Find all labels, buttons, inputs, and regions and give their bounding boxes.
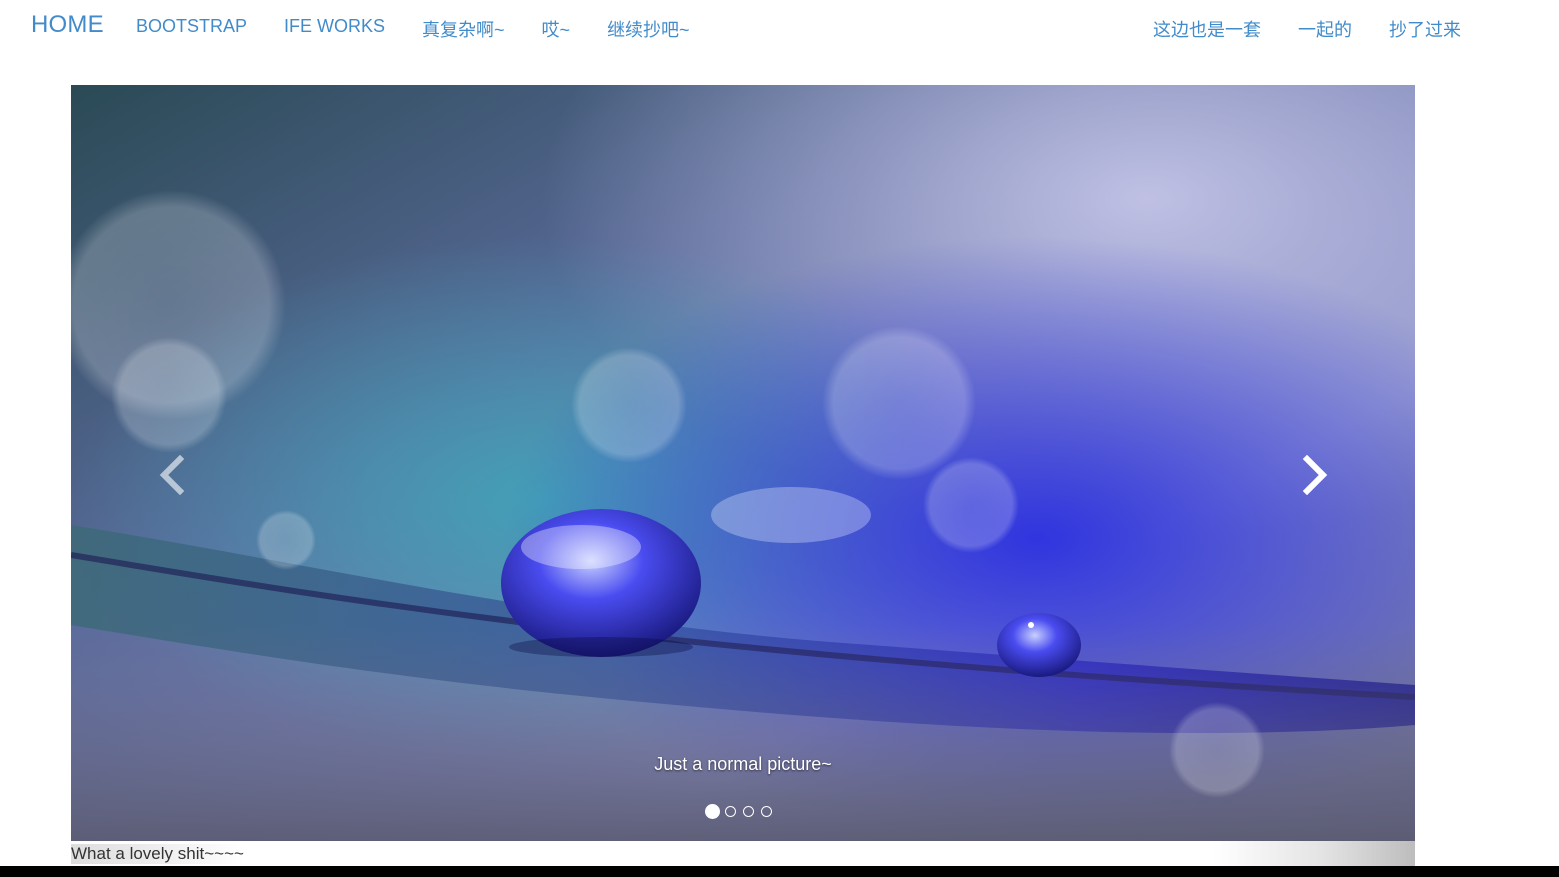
image-carousel: Just a normal picture~	[71, 85, 1415, 841]
nav-item-sigh: 哎~	[542, 16, 571, 42]
nav-item-another-set: 这边也是一套	[1153, 16, 1261, 42]
nav-link-keep-copying[interactable]: 继续抄吧~	[607, 20, 690, 40]
nav-item-complex: 真复杂啊~	[422, 16, 505, 42]
carousel-next-button[interactable]	[1261, 415, 1371, 535]
nav-item-ife-works: IFE WORKS	[284, 16, 385, 42]
nav-right-group: 这边也是一套 一起的 抄了过来	[1153, 16, 1498, 42]
nav-link-sigh[interactable]: 哎~	[542, 20, 571, 40]
nav-link-complex[interactable]: 真复杂啊~	[422, 20, 505, 40]
nav-item-keep-copying: 继续抄吧~	[607, 16, 690, 42]
nav-link-bootstrap[interactable]: BOOTSTRAP	[136, 16, 247, 36]
carousel-caption: Just a normal picture~	[654, 754, 832, 774]
chevron-right-icon	[1302, 455, 1328, 495]
chevron-left-icon	[159, 455, 185, 495]
carousel-indicator-4[interactable]	[761, 806, 772, 817]
bottom-bar	[0, 866, 1559, 877]
carousel-indicator-3[interactable]	[743, 806, 754, 817]
nav-link-copied-over[interactable]: 抄了过来	[1389, 20, 1461, 40]
footer-text: What a lovely shit~~~~	[71, 844, 244, 864]
footer-strip: What a lovely shit~~~~	[71, 841, 1415, 866]
top-navbar: HOME BOOTSTRAP IFE WORKS 真复杂啊~ 哎~ 继续抄吧~ …	[0, 0, 1559, 54]
carousel-prev-button[interactable]	[116, 415, 226, 535]
nav-link-another-set[interactable]: 这边也是一套	[1153, 20, 1261, 40]
nav-item-copied-over: 抄了过来	[1389, 16, 1461, 42]
carousel-indicator-1[interactable]	[705, 804, 720, 819]
carousel-indicator-2[interactable]	[725, 806, 736, 817]
slide-image-water-drops	[71, 85, 1415, 841]
carousel-indicators	[705, 804, 779, 819]
nav-link-together[interactable]: 一起的	[1298, 20, 1352, 40]
nav-link-ife-works[interactable]: IFE WORKS	[284, 16, 385, 36]
home-brand-link[interactable]: HOME	[31, 11, 104, 39]
nav-item-bootstrap: BOOTSTRAP	[136, 16, 247, 42]
nav-item-together: 一起的	[1298, 16, 1352, 42]
nav-left-group: BOOTSTRAP IFE WORKS 真复杂啊~ 哎~ 继续抄吧~	[136, 16, 727, 42]
